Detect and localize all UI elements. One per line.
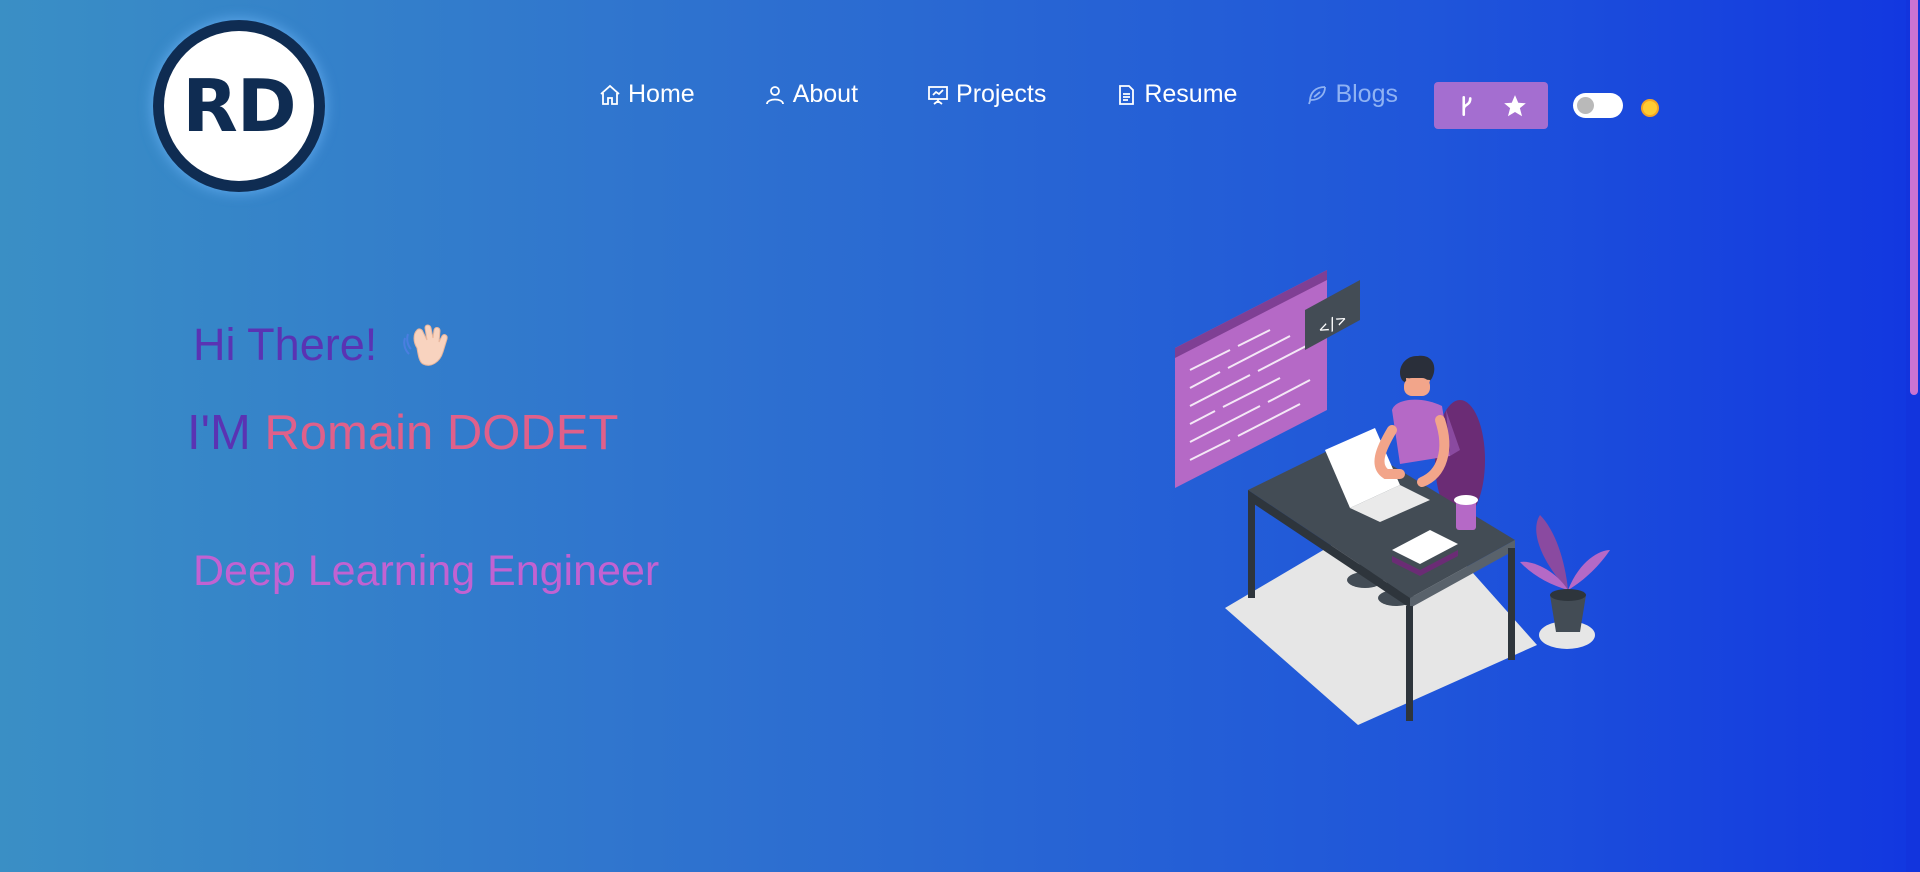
nav-item-about[interactable]: About — [763, 80, 858, 109]
intro-prefix: I'M — [187, 406, 251, 460]
github-repo-button[interactable] — [1434, 82, 1548, 129]
main-nav: Home About Projects Resume Blogs — [598, 80, 1442, 109]
logo-inner: RD — [164, 31, 314, 181]
waving-hand-icon — [403, 324, 448, 366]
document-icon — [1119, 84, 1135, 105]
nav-label-home: Home — [628, 80, 695, 108]
sun-icon — [1641, 99, 1659, 117]
nav-label-resume: Resume — [1144, 80, 1238, 108]
toggle-knob — [1577, 97, 1594, 114]
nav-label-projects: Projects — [956, 80, 1047, 108]
logo-text: RD — [182, 64, 296, 148]
fork-icon — [1462, 95, 1472, 116]
page-scrollbar[interactable] — [1906, 0, 1920, 872]
scrollbar-thumb[interactable] — [1910, 0, 1918, 395]
user-icon — [765, 85, 784, 104]
greeting-text: Hi There! — [193, 319, 378, 370]
hero-greeting: Hi There! — [193, 318, 453, 372]
nav-item-projects[interactable]: Projects — [926, 80, 1046, 109]
nav-item-blogs[interactable]: Blogs — [1305, 80, 1398, 109]
nav-item-home[interactable]: Home — [598, 80, 695, 109]
feather-icon — [1308, 85, 1327, 104]
nav-label-about: About — [792, 80, 859, 108]
nav-item-resume[interactable]: Resume — [1114, 80, 1237, 109]
nav-label-blogs: Blogs — [1335, 80, 1398, 108]
developer-illustration: </> — [1175, 270, 1610, 725]
hero-name: Romain DODET — [264, 406, 619, 460]
hero-intro: I'M Romain DODET — [187, 405, 618, 461]
theme-toggle[interactable] — [1573, 93, 1623, 118]
home-icon — [600, 84, 620, 105]
hero-role: Deep Learning Engineer — [193, 547, 660, 595]
presentation-icon — [928, 85, 948, 105]
star-icon — [1504, 94, 1526, 116]
site-logo[interactable]: RD — [153, 20, 325, 192]
